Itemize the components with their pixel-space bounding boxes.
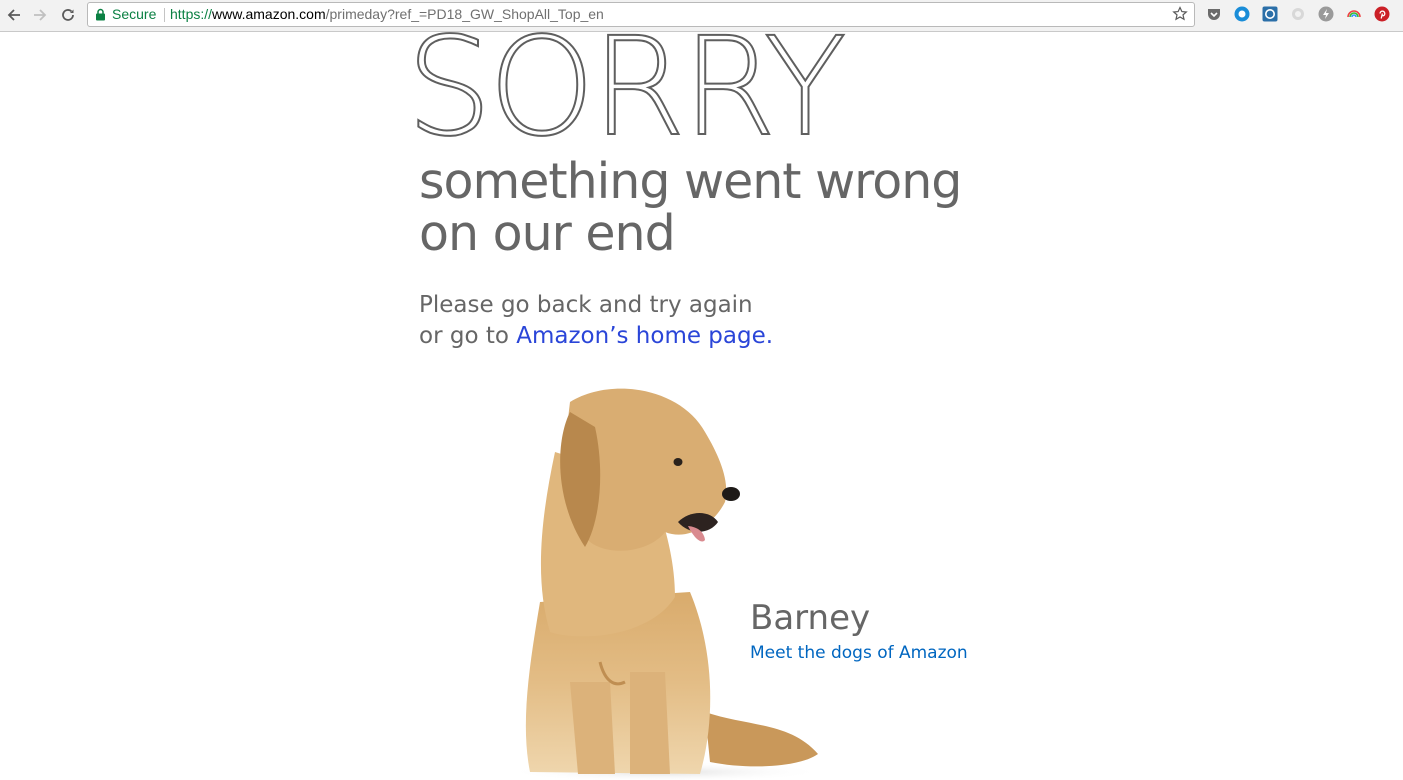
dog-name: Barney	[750, 598, 871, 638]
subtitle-line-2: on our end	[419, 205, 676, 262]
url-host: www.amazon.com	[212, 6, 326, 22]
subtitle-line-1: something went wrong	[419, 153, 962, 210]
secure-label: Secure	[112, 6, 157, 22]
rainbow-icon[interactable]	[1346, 6, 1362, 22]
reload-button[interactable]	[57, 4, 79, 26]
instructions: Please go back and try again or go to Am…	[419, 290, 773, 352]
pocket-icon[interactable]	[1206, 6, 1222, 22]
lightning-icon[interactable]	[1318, 6, 1334, 22]
instruction-line-1: Please go back and try again	[419, 292, 753, 318]
instruction-prefix: or go to	[419, 323, 517, 349]
url-scheme: https://	[170, 6, 213, 22]
lock-icon	[96, 8, 105, 21]
back-button[interactable]	[3, 4, 25, 26]
sorry-heading: SORRY	[405, 9, 848, 167]
forward-button[interactable]	[29, 4, 51, 26]
error-page: SORRY something went wrong on our end Pl…	[0, 19, 1403, 780]
omnibox-divider	[164, 8, 165, 22]
meet-dogs-link[interactable]: Meet the dogs of Amazon	[750, 643, 968, 663]
blue-circle-icon[interactable]	[1234, 6, 1250, 22]
forward-arrow-icon	[34, 9, 47, 21]
gray-circle-icon[interactable]	[1290, 6, 1306, 22]
bookmark-star-icon[interactable]	[1172, 6, 1188, 22]
reload-icon	[62, 9, 74, 21]
blue-square-icon[interactable]	[1262, 6, 1278, 22]
dog-image	[505, 388, 825, 780]
home-page-link[interactable]: Amazon’s home page.	[516, 323, 773, 349]
instruction-line-2: or go to Amazon’s home page.	[419, 321, 773, 352]
pinterest-icon[interactable]	[1374, 6, 1390, 22]
back-arrow-icon	[7, 9, 20, 21]
